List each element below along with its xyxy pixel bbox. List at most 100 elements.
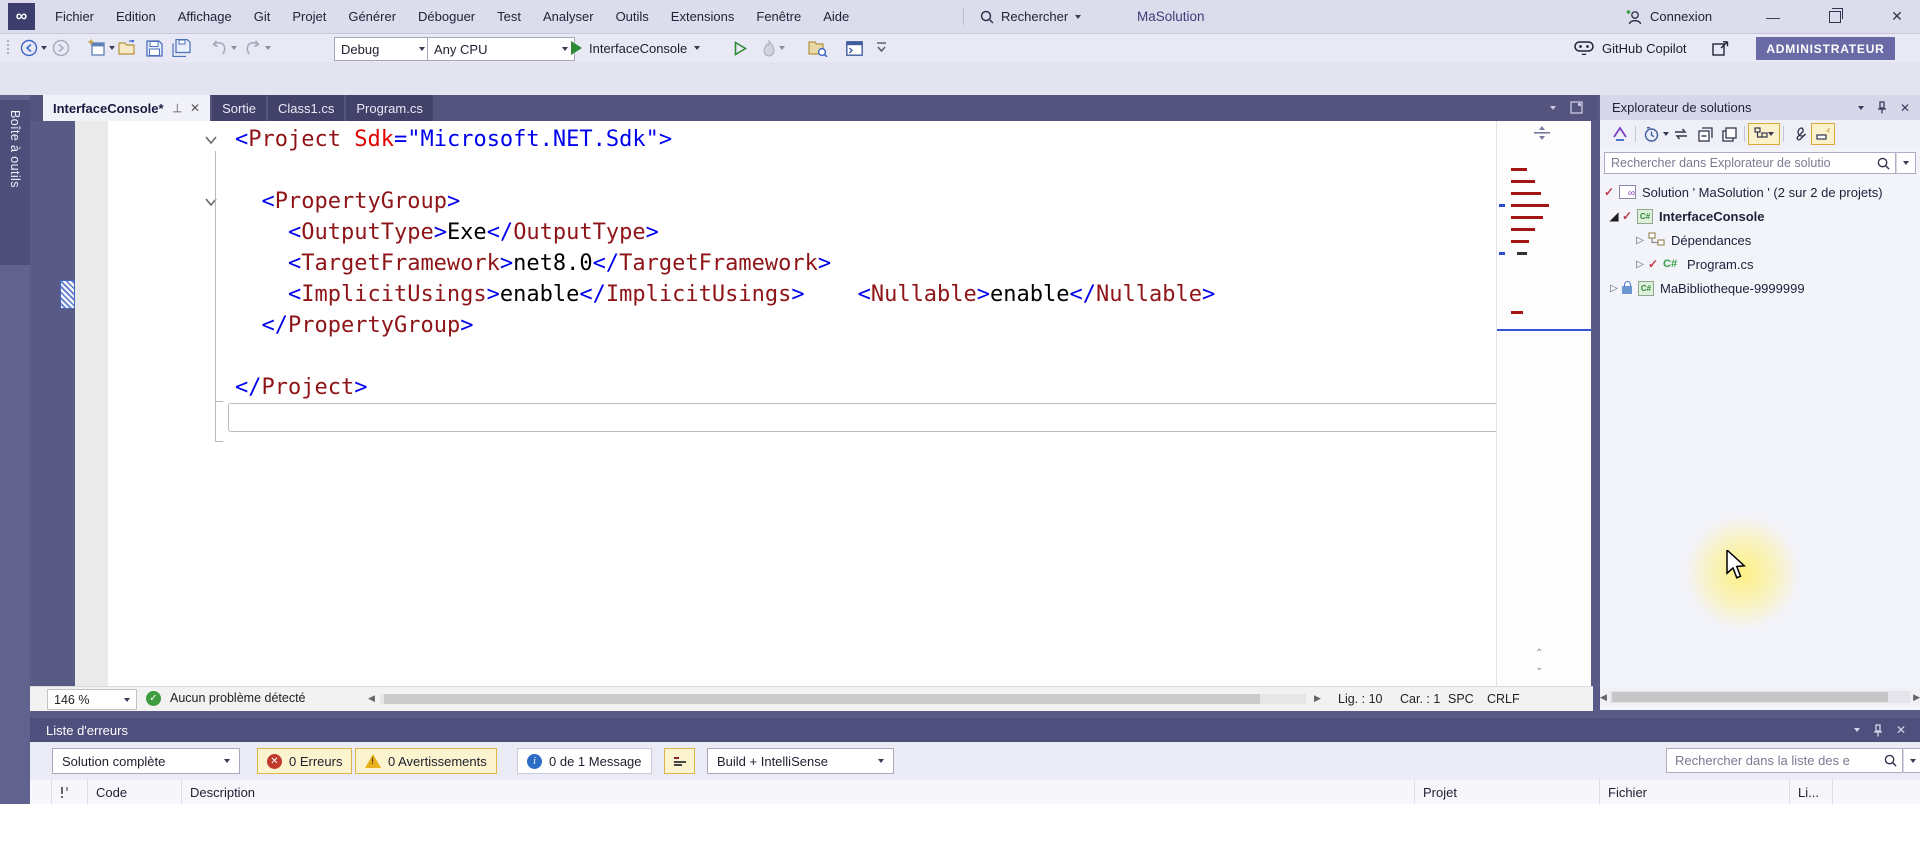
error-list-body[interactable] bbox=[0, 804, 1920, 868]
menu-item-edition[interactable]: Edition bbox=[105, 0, 167, 33]
document-tab-InterfaceConsole[interactable]: InterfaceConsole* ⊣ ✕ bbox=[43, 95, 211, 121]
tree-item-MaBibliotheque9999999[interactable]: ▷ C# MaBibliotheque-9999999 bbox=[1600, 276, 1920, 300]
search-options-button[interactable] bbox=[1896, 152, 1916, 174]
open-file-button[interactable] bbox=[118, 38, 137, 58]
scrollbar-track[interactable] bbox=[1609, 691, 1911, 703]
severity-column-header[interactable] bbox=[52, 780, 88, 804]
toolbar-overflow-button[interactable] bbox=[876, 38, 887, 58]
source-combobox[interactable]: Build + IntelliSense bbox=[707, 748, 894, 774]
show-all-files-button[interactable] bbox=[1811, 123, 1835, 145]
configuration-combobox[interactable]: Debug bbox=[334, 37, 432, 61]
pin-icon[interactable] bbox=[1877, 101, 1887, 114]
restore-button[interactable] bbox=[1812, 0, 1858, 33]
platform-combobox[interactable]: Any CPU bbox=[427, 37, 575, 61]
find-in-files-button[interactable] bbox=[808, 38, 828, 58]
redo-button[interactable] bbox=[244, 38, 271, 58]
sign-in-button[interactable]: Connexion bbox=[1626, 0, 1712, 33]
solution-explorer-hscrollbar[interactable]: ◀ ▶ bbox=[1600, 688, 1920, 706]
close-button[interactable]: ✕ bbox=[1874, 0, 1920, 33]
tab-list-dropdown-icon[interactable] bbox=[1550, 106, 1556, 110]
zoom-level-combobox[interactable]: 146 % bbox=[47, 689, 137, 710]
menu-item-analyser[interactable]: Analyser bbox=[532, 0, 605, 33]
menu-item-extensions[interactable]: Extensions bbox=[660, 0, 746, 33]
start-without-debugging-button[interactable] bbox=[734, 38, 747, 58]
code-editor[interactable]: <Project Sdk="Microsoft.NET.Sdk"> <Prope… bbox=[30, 121, 1597, 686]
health-check-icon[interactable]: ✓ bbox=[146, 691, 161, 706]
scroll-left-icon[interactable]: ◀ bbox=[1600, 692, 1607, 703]
search-input[interactable] bbox=[1666, 748, 1878, 773]
tree-item-Programcs[interactable]: ▷ ✓ C# Program.cs bbox=[1600, 252, 1920, 276]
new-project-button[interactable] bbox=[88, 38, 115, 58]
menu-item-git[interactable]: Git bbox=[243, 0, 282, 33]
toolbar-grip[interactable] bbox=[6, 38, 10, 58]
document-tab-Sortie[interactable]: Sortie bbox=[212, 95, 267, 121]
minimize-button[interactable]: — bbox=[1750, 0, 1796, 33]
undo-button[interactable] bbox=[210, 38, 237, 58]
scroll-down-icon[interactable]: ⌄ bbox=[1535, 663, 1543, 673]
menu-item-test[interactable]: Test bbox=[486, 0, 532, 33]
menu-item-aide[interactable]: Aide bbox=[812, 0, 860, 33]
close-tab-icon[interactable]: ✕ bbox=[190, 101, 200, 115]
save-button[interactable] bbox=[146, 38, 163, 58]
splitter-handle-icon[interactable] bbox=[1533, 126, 1551, 140]
window-position-icon[interactable] bbox=[1853, 728, 1860, 732]
scroll-left-icon[interactable]: ◀ bbox=[368, 693, 375, 704]
window-position-icon[interactable] bbox=[1857, 105, 1864, 110]
menu-item-fichier[interactable]: Fichier bbox=[44, 0, 105, 33]
close-icon[interactable]: ✕ bbox=[1900, 101, 1910, 115]
send-feedback-button[interactable] bbox=[1712, 38, 1729, 58]
collapse-all-button[interactable] bbox=[1693, 123, 1717, 145]
toolbox-tab[interactable]: Boîte à outils bbox=[0, 100, 30, 265]
menu-item-gnrer[interactable]: Générer bbox=[337, 0, 407, 33]
navigate-forward-button[interactable] bbox=[52, 38, 70, 58]
tree-expander-icon[interactable]: ▷ bbox=[1632, 259, 1648, 270]
sync-namespaces-button[interactable] bbox=[1669, 123, 1693, 145]
pin-tab-icon[interactable]: ⊣ bbox=[170, 103, 184, 113]
navigate-back-button[interactable] bbox=[20, 38, 47, 58]
menu-item-dboguer[interactable]: Déboguer bbox=[407, 0, 486, 33]
properties-button[interactable] bbox=[1717, 123, 1741, 145]
menu-item-fentre[interactable]: Fenêtre bbox=[745, 0, 812, 33]
column-header-fichier[interactable]: Fichier bbox=[1600, 780, 1790, 804]
filter-button[interactable] bbox=[664, 748, 695, 774]
start-debugging-button[interactable]: InterfaceConsole bbox=[571, 38, 701, 58]
project-settings-button[interactable] bbox=[1787, 123, 1811, 145]
editor-options-icon[interactable] bbox=[1570, 101, 1583, 114]
column-header-li[interactable]: Li... bbox=[1790, 780, 1833, 804]
menu-item-outils[interactable]: Outils bbox=[605, 0, 660, 33]
command-window-button[interactable] bbox=[846, 38, 863, 58]
titlebar-search-button[interactable]: Rechercher bbox=[980, 0, 1082, 33]
editor-text-surface[interactable]: <Project Sdk="Microsoft.NET.Sdk"> <Prope… bbox=[60, 121, 1568, 686]
solution-explorer-header[interactable]: Explorateur de solutions ✕ bbox=[1600, 95, 1920, 120]
save-all-button[interactable] bbox=[172, 38, 192, 58]
search-input[interactable] bbox=[1604, 152, 1871, 174]
scroll-up-icon[interactable]: ⌃ bbox=[1535, 649, 1543, 659]
menu-item-projet[interactable]: Projet bbox=[281, 0, 337, 33]
error-list-titlebar[interactable]: Liste d'erreurs ✕ bbox=[30, 718, 1920, 742]
tree-item-Dpendances[interactable]: ▷ Dépendances bbox=[1600, 228, 1920, 252]
menu-item-affichage[interactable]: Affichage bbox=[167, 0, 243, 33]
minimap-scrollbar[interactable]: ⌃ ⌄ bbox=[1496, 121, 1591, 686]
hot-reload-button[interactable] bbox=[762, 38, 785, 58]
tree-item-InterfaceConsole[interactable]: ◢ ✓ C# InterfaceConsole bbox=[1600, 204, 1920, 228]
scrollbar-thumb[interactable] bbox=[384, 694, 1260, 704]
errors-toggle-button[interactable]: ✕ 0 Erreurs bbox=[257, 748, 353, 774]
search-options-button[interactable] bbox=[1903, 748, 1920, 773]
warnings-toggle-button[interactable]: 0 Avertissements bbox=[355, 748, 497, 774]
tree-expander-icon[interactable]: ▷ bbox=[1606, 283, 1622, 294]
pin-icon[interactable] bbox=[1873, 723, 1883, 737]
scroll-right-icon[interactable]: ▶ bbox=[1314, 693, 1321, 704]
pending-changes-filter-button[interactable] bbox=[1639, 123, 1663, 145]
document-tab-Programcs[interactable]: Program.cs bbox=[346, 95, 433, 121]
search-button[interactable] bbox=[1878, 748, 1903, 773]
tree-item-SolutionMaSolution2sur2d[interactable]: ✓ ∞ Solution ' MaSolution ' (2 sur 2 de pr… bbox=[1600, 180, 1920, 204]
document-tab-Class1cs[interactable]: Class1.cs bbox=[268, 95, 345, 121]
close-icon[interactable]: ✕ bbox=[1896, 723, 1906, 737]
tree-expander-icon[interactable]: ▷ bbox=[1632, 235, 1648, 246]
switch-views-button[interactable] bbox=[1608, 123, 1632, 145]
scrollbar-thumb[interactable] bbox=[1611, 692, 1888, 702]
column-header-description[interactable]: Description bbox=[182, 780, 1415, 804]
search-button[interactable] bbox=[1871, 152, 1896, 174]
column-header-code[interactable]: Code bbox=[88, 780, 182, 804]
horizontal-scrollbar[interactable] bbox=[380, 694, 1306, 704]
